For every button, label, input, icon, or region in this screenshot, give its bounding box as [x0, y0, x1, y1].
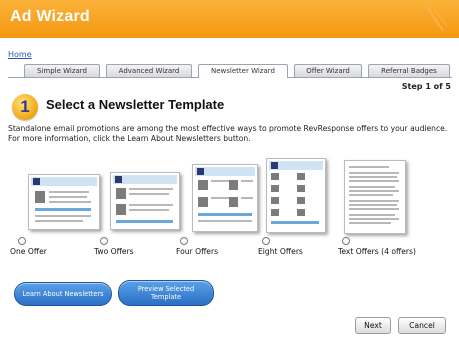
next-button[interactable]: Next: [355, 317, 391, 334]
step-number-badge: 1: [12, 94, 38, 120]
option-label-four-offers: Four Offers: [176, 247, 219, 256]
tab-offer-wizard[interactable]: Offer Wizard: [294, 64, 362, 77]
corner-decoration-icon: [426, 6, 448, 32]
radio-two-offers[interactable]: [100, 237, 108, 245]
tab-referral-badges[interactable]: Referral Badges: [368, 64, 450, 77]
learn-about-newsletters-button[interactable]: Learn About Newsletters: [14, 282, 112, 306]
radio-one-offer[interactable]: [18, 237, 26, 245]
template-thumbnail-two-offers[interactable]: [110, 172, 180, 230]
radio-four-offers[interactable]: [180, 237, 188, 245]
preview-selected-template-button[interactable]: Preview Selected Template: [118, 280, 214, 306]
wizard-tabs: Simple Wizard Advanced Wizard Newsletter…: [8, 64, 452, 78]
step-indicator: Step 1 of 5: [401, 82, 451, 91]
option-label-two-offers: Two Offers: [94, 247, 134, 256]
title-bar: Ad Wizard: [0, 0, 459, 38]
option-label-one-offer: One Offer: [10, 247, 47, 256]
tab-newsletter-wizard[interactable]: Newsletter Wizard: [198, 64, 288, 78]
cancel-button[interactable]: Cancel: [398, 317, 446, 334]
option-label-eight-offers: Eight Offers: [258, 247, 303, 256]
option-label-text-offers: Text Offers (4 offers): [338, 247, 416, 256]
radio-text-offers[interactable]: [342, 237, 350, 245]
template-thumbnail-text-offers[interactable]: [344, 160, 406, 234]
page-title: Select a Newsletter Template: [46, 97, 225, 112]
template-thumbnail-eight-offers[interactable]: [266, 158, 326, 233]
description-text: Standalone email promotions are among th…: [8, 124, 448, 143]
template-thumbnail-four-offers[interactable]: [192, 164, 258, 232]
radio-eight-offers[interactable]: [262, 237, 270, 245]
tab-simple-wizard[interactable]: Simple Wizard: [24, 64, 100, 77]
tab-advanced-wizard[interactable]: Advanced Wizard: [106, 64, 192, 77]
breadcrumb-home-link[interactable]: Home: [8, 50, 32, 59]
template-thumbnail-one-offer[interactable]: [28, 174, 100, 230]
window-title: Ad Wizard: [10, 8, 90, 25]
